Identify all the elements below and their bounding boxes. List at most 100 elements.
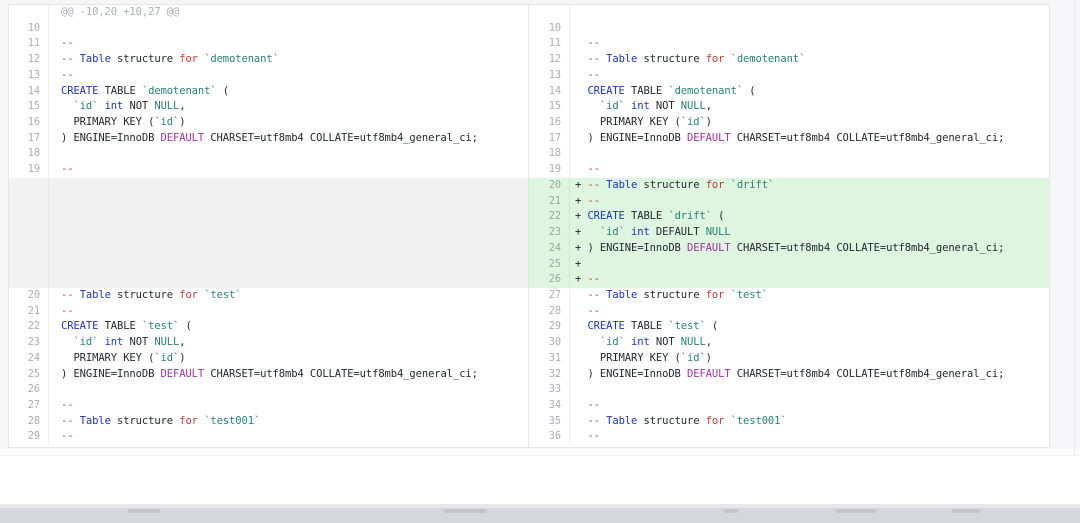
line-number: 19 xyxy=(529,162,570,178)
dimmed-background-row xyxy=(0,504,1080,523)
diff-bottom-scroll-track[interactable] xyxy=(0,448,1080,456)
line-number: 11 xyxy=(9,36,49,52)
diff-row: 18 xyxy=(529,146,1049,162)
line-number: 14 xyxy=(529,84,570,100)
line-number: 26 xyxy=(9,382,49,398)
code-line: + `id` int DEFAULT NULL xyxy=(570,225,1049,241)
diff-row: 29 CREATE TABLE `test` ( xyxy=(529,319,1049,335)
code-line: -- xyxy=(49,162,528,178)
diff-row: 21+ -- xyxy=(529,194,1049,210)
code-line xyxy=(49,209,528,225)
code-line: -- xyxy=(49,304,528,320)
line-number xyxy=(9,178,49,194)
diff-viewer[interactable]: @@ -10,20 +10,27 @@1011--12-- Table stru… xyxy=(8,4,1050,448)
line-number: 17 xyxy=(529,131,570,147)
code-line: -- Table structure for `test001` xyxy=(49,414,528,430)
code-line xyxy=(49,257,528,273)
line-number: 16 xyxy=(9,115,49,131)
code-line: -- xyxy=(570,429,1049,445)
diff-row: 27-- xyxy=(9,398,528,414)
line-number xyxy=(9,194,49,210)
line-number: 32 xyxy=(529,367,570,383)
diff-row: 25+ xyxy=(529,257,1049,273)
code-line xyxy=(49,225,528,241)
line-number: 24 xyxy=(9,351,49,367)
diff-row: 18 xyxy=(9,146,528,162)
code-line: CREATE TABLE `test` ( xyxy=(49,319,528,335)
line-number: 11 xyxy=(529,36,570,52)
diff-row: 28 -- xyxy=(529,304,1049,320)
diff-row: 16 PRIMARY KEY (`id`) xyxy=(529,115,1049,131)
line-number: 24 xyxy=(529,241,570,257)
diff-row: 17 ) ENGINE=InnoDB DEFAULT CHARSET=utf8m… xyxy=(529,131,1049,147)
diff-row: 14 CREATE TABLE `demotenant` ( xyxy=(529,84,1049,100)
diff-row: 29-- xyxy=(9,429,528,445)
diff-pane-old: @@ -10,20 +10,27 @@1011--12-- Table stru… xyxy=(9,5,528,447)
line-number: 26 xyxy=(529,272,570,288)
diff-pane-new: 10 11 --12 -- Table structure for `demot… xyxy=(528,5,1049,447)
line-number: 31 xyxy=(529,351,570,367)
line-number: 25 xyxy=(9,367,49,383)
diff-row: 12-- Table structure for `demotenant` xyxy=(9,52,528,68)
code-line: ) ENGINE=InnoDB DEFAULT CHARSET=utf8mb4 … xyxy=(49,367,528,383)
code-line: -- xyxy=(570,398,1049,414)
code-line: -- Table structure for `demotenant` xyxy=(570,52,1049,68)
diff-row: 13-- xyxy=(9,68,528,84)
code-line: -- xyxy=(570,68,1049,84)
diff-row xyxy=(9,209,528,225)
line-number xyxy=(9,209,49,225)
code-line: -- xyxy=(570,162,1049,178)
code-line: + xyxy=(570,257,1049,273)
obscured-text xyxy=(128,509,160,513)
line-number: 27 xyxy=(529,288,570,304)
diff-row: 36 -- xyxy=(529,429,1049,445)
code-line xyxy=(49,382,528,398)
modal-edge-divider xyxy=(1074,0,1075,504)
diff-row xyxy=(9,272,528,288)
line-number: 17 xyxy=(9,131,49,147)
code-line xyxy=(49,146,528,162)
code-line: CREATE TABLE `test` ( xyxy=(570,319,1049,335)
code-line: -- xyxy=(570,36,1049,52)
code-line xyxy=(49,178,528,194)
code-line xyxy=(49,241,528,257)
line-number: 21 xyxy=(9,304,49,320)
code-line xyxy=(49,272,528,288)
line-number xyxy=(529,5,570,21)
line-number xyxy=(9,272,49,288)
code-line: ) ENGINE=InnoDB DEFAULT CHARSET=utf8mb4 … xyxy=(49,131,528,147)
code-line: -- xyxy=(49,429,528,445)
hunk-header xyxy=(570,5,1049,21)
line-number xyxy=(9,5,49,21)
code-line xyxy=(570,21,1049,37)
diff-row: 35 -- Table structure for `test001` xyxy=(529,414,1049,430)
line-number: 27 xyxy=(9,398,49,414)
diff-row: 34 -- xyxy=(529,398,1049,414)
code-line: -- Table structure for `test` xyxy=(49,288,528,304)
diff-row: 10 xyxy=(529,21,1049,37)
diff-row: 20-- Table structure for `test` xyxy=(9,288,528,304)
line-number: 30 xyxy=(529,335,570,351)
line-number: 35 xyxy=(529,414,570,430)
diff-row: 12 -- Table structure for `demotenant` xyxy=(529,52,1049,68)
diff-row: 26 xyxy=(9,382,528,398)
code-line: -- xyxy=(49,68,528,84)
diff-row: 30 `id` int NOT NULL, xyxy=(529,335,1049,351)
code-line: + ) ENGINE=InnoDB DEFAULT CHARSET=utf8mb… xyxy=(570,241,1049,257)
diff-row: 10 xyxy=(9,21,528,37)
code-line: `id` int NOT NULL, xyxy=(49,335,528,351)
line-number: 16 xyxy=(529,115,570,131)
diff-row xyxy=(529,5,1049,21)
background-fade xyxy=(0,504,1080,508)
code-line: CREATE TABLE `demotenant` ( xyxy=(49,84,528,100)
line-number: 20 xyxy=(529,178,570,194)
diff-row: 21-- xyxy=(9,304,528,320)
line-number: 13 xyxy=(9,68,49,84)
diff-row xyxy=(9,178,528,194)
diff-row: 24+ ) ENGINE=InnoDB DEFAULT CHARSET=utf8… xyxy=(529,241,1049,257)
line-number: 33 xyxy=(529,382,570,398)
line-number: 18 xyxy=(529,146,570,162)
line-number: 14 xyxy=(9,84,49,100)
diff-row: 28-- Table structure for `test001` xyxy=(9,414,528,430)
code-line: ) ENGINE=InnoDB DEFAULT CHARSET=utf8mb4 … xyxy=(570,131,1049,147)
